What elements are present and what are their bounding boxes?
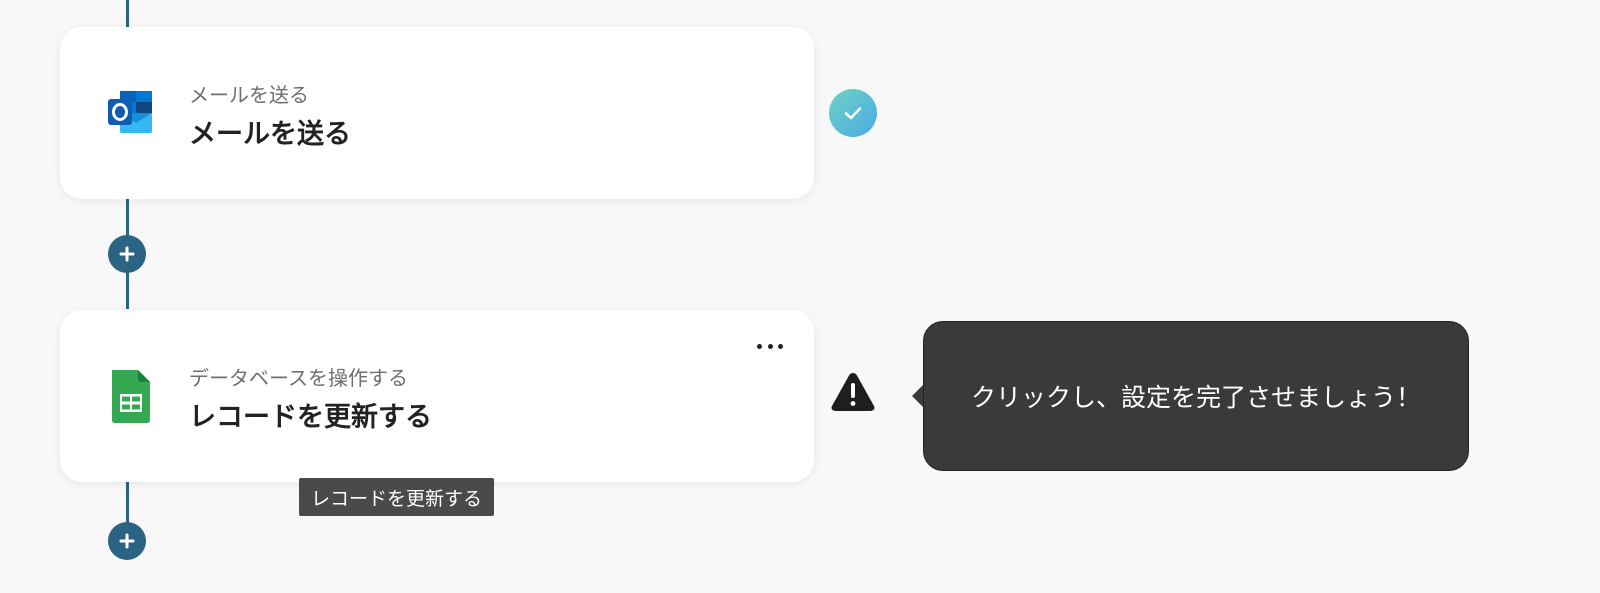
tooltip-text: クリックし、設定を完了させましょう！	[970, 383, 1421, 412]
outlook-icon	[104, 85, 156, 141]
hover-title-tooltip: レコードを更新する	[299, 478, 495, 516]
plus-icon	[119, 246, 135, 262]
plus-icon	[119, 533, 135, 549]
step-card-update-record[interactable]: データベースを操作する レコードを更新する	[60, 310, 814, 482]
google-sheets-icon	[104, 368, 156, 424]
add-step-button[interactable]	[108, 235, 146, 273]
dot	[778, 343, 783, 349]
step-card-send-mail[interactable]: メールを送る メールを送る	[60, 27, 814, 199]
flow-connector-top	[126, 0, 129, 27]
step-subtitle: メールを送る	[189, 83, 309, 107]
step-title: レコードを更新する	[189, 402, 432, 433]
warning-icon	[829, 369, 877, 415]
check-icon	[829, 89, 877, 137]
add-step-button[interactable]	[108, 522, 146, 560]
more-options-button[interactable]	[754, 336, 786, 356]
dot	[767, 343, 773, 349]
setup-hint-tooltip: クリックし、設定を完了させましょう！	[923, 321, 1469, 471]
step-subtitle: データベースを操作する	[189, 366, 408, 390]
dot	[757, 343, 762, 349]
step-title: メールを送る	[189, 119, 351, 150]
hover-tip-text: レコードを更新する	[311, 487, 483, 510]
